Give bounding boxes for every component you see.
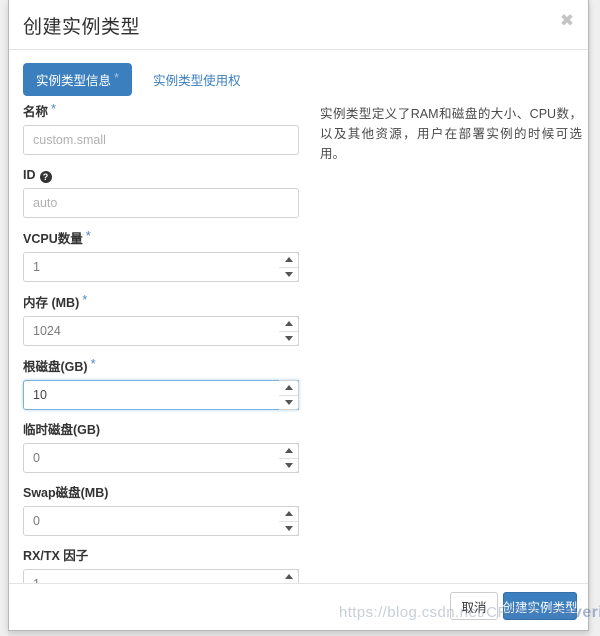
vcpu-stepper-down[interactable] — [279, 268, 298, 282]
modal-header: 创建实例类型 ✖ — [9, 0, 588, 50]
root-disk-input[interactable] — [23, 380, 299, 410]
create-flavor-modal: 创建实例类型 ✖ 实例类型信息 * 实例类型使用权 名称 * custom.sm… — [8, 0, 600, 631]
page-title: 创建实例类型 — [23, 17, 141, 38]
field-rxtx-factor-label: RX/TX 因子 — [23, 549, 299, 564]
help-question-icon[interactable]: ? — [39, 171, 52, 183]
caret-down-icon — [284, 462, 293, 468]
close-icon[interactable]: ✖ — [556, 10, 578, 32]
caret-down-icon — [284, 271, 293, 277]
field-root-disk-required-marker: * — [90, 356, 96, 371]
memory-stepper — [279, 316, 299, 346]
caret-up-icon — [284, 321, 293, 327]
field-id-input-wrap — [23, 188, 299, 218]
caret-down-icon — [284, 335, 293, 341]
field-memory-label: 内存 (MB) * — [23, 292, 299, 311]
memory-stepper-down[interactable] — [279, 332, 298, 346]
memory-input[interactable] — [23, 316, 299, 346]
caret-up-icon — [284, 257, 293, 263]
field-ephemeral-disk: 临时磁盘(GB) — [23, 423, 299, 473]
field-swap-disk: Swap磁盘(MB) — [23, 486, 299, 536]
field-name-label-text: 名称 — [23, 105, 49, 119]
cancel-button[interactable]: 取消 — [450, 592, 498, 620]
memory-stepper-up[interactable] — [279, 317, 298, 332]
field-memory-required-marker: * — [82, 292, 88, 307]
caret-up-icon — [284, 574, 293, 580]
field-memory-label-text: 内存 (MB) — [23, 296, 80, 310]
field-root-disk: 根磁盘(GB) * — [23, 356, 299, 410]
id-input[interactable] — [23, 188, 299, 218]
field-root-disk-label-text: 根磁盘(GB) — [23, 360, 88, 374]
field-swap-disk-label-text: Swap磁盘(MB) — [23, 486, 109, 500]
ephemeral-disk-stepper-down[interactable] — [279, 459, 298, 473]
ephemeral-disk-stepper — [279, 443, 299, 473]
page-background-left — [0, 0, 8, 636]
field-vcpu-input-wrap — [23, 252, 299, 282]
caret-down-icon — [284, 399, 293, 405]
name-input[interactable] — [23, 125, 299, 155]
tab-required-marker: * — [114, 70, 120, 85]
field-vcpu: VCPU数量 * — [23, 228, 299, 282]
field-vcpu-required-marker: * — [85, 228, 91, 243]
tab-flavor-info[interactable]: 实例类型信息 * — [23, 63, 133, 96]
field-root-disk-input-wrap — [23, 380, 299, 410]
field-id-label-text: ID — [23, 168, 36, 182]
caret-up-icon — [284, 511, 293, 517]
page-background-right — [590, 0, 600, 636]
caret-up-icon — [284, 385, 293, 391]
field-ephemeral-disk-input-wrap — [23, 443, 299, 473]
root-disk-stepper — [279, 380, 299, 410]
field-name: 名称 * — [23, 101, 299, 155]
caret-down-icon — [284, 525, 293, 531]
swap-disk-stepper-down[interactable] — [279, 522, 298, 536]
vcpu-input[interactable] — [23, 252, 299, 282]
swap-disk-stepper — [279, 506, 299, 536]
screen: 创建实例类型 ✖ 实例类型信息 * 实例类型使用权 名称 * custom.sm… — [0, 0, 600, 636]
field-vcpu-label: VCPU数量 * — [23, 228, 299, 247]
vcpu-stepper-up[interactable] — [279, 253, 298, 268]
field-rxtx-factor-label-text: RX/TX 因子 — [23, 549, 89, 563]
caret-up-icon — [284, 448, 293, 454]
root-disk-stepper-up[interactable] — [279, 381, 298, 396]
field-swap-disk-input-wrap — [23, 506, 299, 536]
tab-flavor-access-label: 实例类型使用权 — [153, 74, 241, 88]
swap-disk-stepper-up[interactable] — [279, 507, 298, 522]
field-memory-input-wrap — [23, 316, 299, 346]
field-memory: 内存 (MB) * — [23, 292, 299, 346]
field-id-label: ID? — [23, 168, 299, 183]
field-swap-disk-label: Swap磁盘(MB) — [23, 486, 299, 501]
vcpu-stepper — [279, 252, 299, 282]
field-vcpu-label-text: VCPU数量 — [23, 232, 83, 246]
ephemeral-disk-input[interactable] — [23, 443, 299, 473]
modal-footer: 取消 创建实例类型 — [9, 583, 588, 630]
tab-flavor-info-label: 实例类型信息 — [36, 74, 112, 88]
help-description: 实例类型定义了RAM和磁盘的大小、CPU数，以及其他资源，用户在部署实例的时候可… — [320, 107, 582, 161]
create-flavor-button[interactable]: 创建实例类型 — [503, 592, 578, 620]
field-ephemeral-disk-label: 临时磁盘(GB) — [23, 423, 299, 438]
tab-flavor-access[interactable]: 实例类型使用权 — [140, 63, 254, 96]
root-disk-stepper-down[interactable] — [279, 396, 298, 410]
field-name-label: 名称 * — [23, 101, 299, 120]
field-name-input-wrap — [23, 125, 299, 155]
field-root-disk-label: 根磁盘(GB) * — [23, 356, 299, 375]
field-ephemeral-disk-label-text: 临时磁盘(GB) — [23, 423, 101, 437]
field-id: ID? — [23, 168, 299, 218]
field-name-required-marker: * — [51, 101, 57, 116]
tab-list: 实例类型信息 * 实例类型使用权 — [23, 63, 254, 96]
swap-disk-input[interactable] — [23, 506, 299, 536]
ephemeral-disk-stepper-up[interactable] — [279, 444, 298, 459]
flavor-form: 名称* ID? VCPU数量* — [23, 101, 299, 612]
